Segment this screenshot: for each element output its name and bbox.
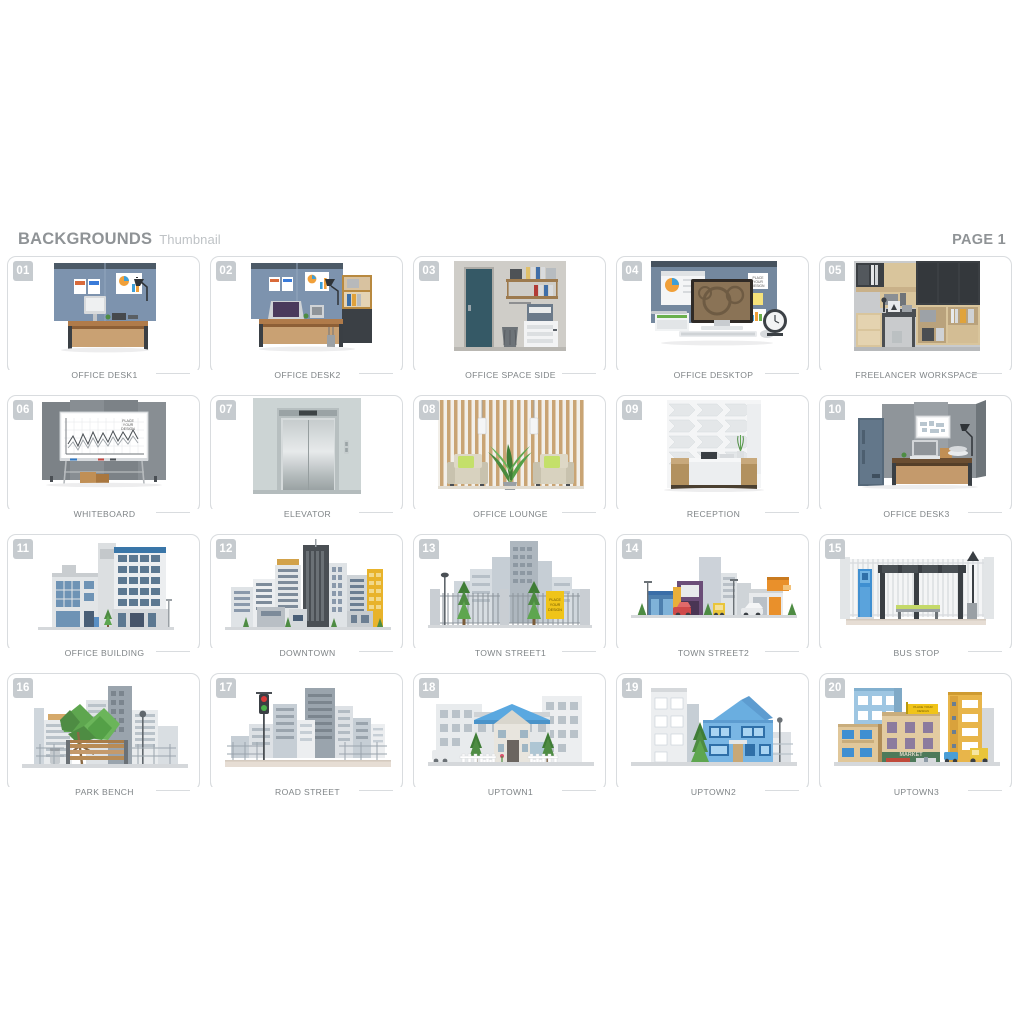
svg-text:DESIGN: DESIGN xyxy=(752,284,766,288)
thumbnail-card[interactable]: 18 UPTOWN1 xyxy=(413,673,607,797)
thumbnail-number-badge: 17 xyxy=(216,678,236,698)
thumbnail-image xyxy=(820,257,1013,357)
thumbnail-image xyxy=(820,396,1013,496)
page-title: BACKGROUNDS xyxy=(18,230,153,248)
thumbnail-card[interactable]: 09 RECEPTION xyxy=(616,395,810,519)
thumbnail-caption: UPTOWN3 xyxy=(820,787,1013,797)
svg-text:MARKET: MARKET xyxy=(899,752,923,758)
thumbnail-image xyxy=(211,396,404,496)
thumbnail-image xyxy=(8,257,201,357)
thumbnail-number-badge: 16 xyxy=(13,678,33,698)
thumbnail-caption: UPTOWN1 xyxy=(414,787,607,797)
thumbnail-caption: BUS STOP xyxy=(820,648,1013,658)
thumbnail-card[interactable]: 17 ROAD STREET xyxy=(210,673,404,797)
thumbnail-number-badge: 06 xyxy=(13,400,33,420)
thumbnail-number-badge: 08 xyxy=(419,400,439,420)
thumbnail-image xyxy=(8,535,201,635)
thumbnail-caption: OFFICE DESK3 xyxy=(820,509,1013,519)
sheet-header: BACKGROUNDS Thumbnail PAGE 1 xyxy=(18,230,1006,252)
thumbnail-number-badge: 05 xyxy=(825,261,845,281)
thumbnail-card[interactable]: 15 BUS STOP xyxy=(819,534,1013,658)
svg-text:YOUR: YOUR xyxy=(550,603,561,607)
thumbnail-number-badge: 20 xyxy=(825,678,845,698)
thumbnail-caption: OFFICE SPACE SIDE xyxy=(414,370,607,380)
thumbnail-card[interactable]: 06 PLACE YOUR DESIGN WHITEBOARD xyxy=(7,395,201,519)
thumbnail-card[interactable]: 03 OFFICE SPACE SIDE xyxy=(413,256,607,380)
thumbnail-card[interactable]: 11 OFFICE BUILDING xyxy=(7,534,201,658)
thumbnail-caption: RECEPTION xyxy=(617,509,810,519)
thumbnail-card[interactable]: 16 PARK BENCH xyxy=(7,673,201,797)
thumbnail-number-badge: 09 xyxy=(622,400,642,420)
thumbnail-caption: PARK BENCH xyxy=(8,787,201,797)
thumbnail-number-badge: 19 xyxy=(622,678,642,698)
backgrounds-thumbnail-sheet: BACKGROUNDS Thumbnail PAGE 1 01 OFFICE D… xyxy=(0,0,1024,1024)
thumbnail-caption: TOWN STREET2 xyxy=(617,648,810,658)
thumbnail-card[interactable]: 02 OFFICE DESK2 xyxy=(210,256,404,380)
thumbnail-grid: 01 OFFICE DESK1 02 OFFICE DESK2 03 OFFIC… xyxy=(7,256,1017,797)
svg-text:DESIGN: DESIGN xyxy=(917,709,929,713)
thumbnail-image: PLACE YOUR DESIGN xyxy=(617,257,810,357)
thumbnail-image xyxy=(617,674,810,774)
thumbnail-number-badge: 03 xyxy=(419,261,439,281)
page-number-label: PAGE 1 xyxy=(952,232,1006,248)
thumbnail-caption: ROAD STREET xyxy=(211,787,404,797)
thumbnail-number-badge: 18 xyxy=(419,678,439,698)
svg-text:DESIGN: DESIGN xyxy=(121,427,135,431)
thumbnail-image xyxy=(414,674,607,774)
thumbnail-image xyxy=(414,396,607,496)
thumbnail-image xyxy=(211,674,404,774)
thumbnail-image xyxy=(8,674,201,774)
thumbnail-card[interactable]: 07 ELEVATOR xyxy=(210,395,404,519)
page-subtitle: Thumbnail xyxy=(159,232,221,247)
thumbnail-caption: OFFICE BUILDING xyxy=(8,648,201,658)
thumbnail-card[interactable]: 12 DOWNTOWN xyxy=(210,534,404,658)
thumbnail-image xyxy=(617,396,810,496)
thumbnail-caption: OFFICE DESKTOP xyxy=(617,370,810,380)
thumbnail-card[interactable]: 14 TOWN STREET2 xyxy=(616,534,810,658)
thumbnail-card[interactable]: 10 OFFICE DESK3 xyxy=(819,395,1013,519)
header-left-group: BACKGROUNDS Thumbnail xyxy=(18,230,221,249)
thumbnail-caption: WHITEBOARD xyxy=(8,509,201,519)
thumbnail-number-badge: 04 xyxy=(622,261,642,281)
thumbnail-number-badge: 14 xyxy=(622,539,642,559)
thumbnail-caption: ELEVATOR xyxy=(211,509,404,519)
thumbnail-image: PLACE YOUR DESIGN xyxy=(414,535,607,635)
thumbnail-number-badge: 07 xyxy=(216,400,236,420)
thumbnail-number-badge: 12 xyxy=(216,539,236,559)
thumbnail-caption: DOWNTOWN xyxy=(211,648,404,658)
thumbnail-caption: OFFICE DESK2 xyxy=(211,370,404,380)
thumbnail-caption: FREELANCER WORKSPACE xyxy=(820,370,1013,380)
thumbnail-number-badge: 02 xyxy=(216,261,236,281)
thumbnail-image: PLACE YOUR DESIGN xyxy=(8,396,201,496)
svg-text:PLACE: PLACE xyxy=(549,598,561,602)
thumbnail-caption: UPTOWN2 xyxy=(617,787,810,797)
thumbnail-caption: TOWN STREET1 xyxy=(414,648,607,658)
thumbnail-image xyxy=(414,257,607,357)
thumbnail-card[interactable]: 08 OFFICE LOUNGE xyxy=(413,395,607,519)
thumbnail-number-badge: 13 xyxy=(419,539,439,559)
thumbnail-number-badge: 11 xyxy=(13,539,33,559)
thumbnail-image: MARKET PLACE YOUR DESIGN xyxy=(820,674,1013,774)
thumbnail-card[interactable]: 13 PLACE YOUR DESIGN TOWN STREET1 xyxy=(413,534,607,658)
thumbnail-image xyxy=(211,535,404,635)
thumbnail-caption: OFFICE LOUNGE xyxy=(414,509,607,519)
thumbnail-card[interactable]: 19 UPTOWN2 xyxy=(616,673,810,797)
thumbnail-caption: OFFICE DESK1 xyxy=(8,370,201,380)
thumbnail-card[interactable]: 01 OFFICE DESK1 xyxy=(7,256,201,380)
thumbnail-number-badge: 15 xyxy=(825,539,845,559)
thumbnail-card[interactable]: 04 PLACE YOUR DESIGN OFFICE DESKTOP xyxy=(616,256,810,380)
thumbnail-number-badge: 10 xyxy=(825,400,845,420)
thumbnail-image xyxy=(820,535,1013,635)
svg-text:DESIGN: DESIGN xyxy=(548,608,562,612)
thumbnail-image xyxy=(211,257,404,357)
thumbnail-card[interactable]: 05 FREELANCER WORKSPACE xyxy=(819,256,1013,380)
thumbnail-image xyxy=(617,535,810,635)
thumbnail-number-badge: 01 xyxy=(13,261,33,281)
thumbnail-card[interactable]: 20 MARKET PLACE YOUR DESIGN UPTOWN3 xyxy=(819,673,1013,797)
